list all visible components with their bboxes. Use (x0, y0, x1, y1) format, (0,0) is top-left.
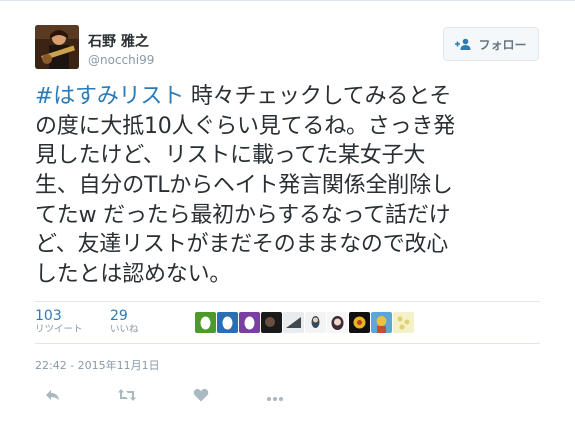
liker-avatar[interactable] (217, 312, 238, 333)
liker-avatar[interactable] (261, 312, 282, 333)
tweet-line: てたw だったら最初からするなって話だけ (35, 202, 451, 228)
like-button[interactable] (183, 385, 219, 407)
more-dots-icon (266, 387, 284, 406)
tweet-timestamp[interactable]: 22:42 - 2015年11月1日 (35, 357, 160, 373)
stats-top-divider (35, 301, 540, 302)
tweet-line: #はすみリスト 時々チェックしてみるとそ (35, 82, 555, 112)
like-count: 29 (110, 308, 128, 324)
stats-bottom-divider (35, 343, 540, 344)
retweet-icon (117, 387, 137, 406)
reply-button[interactable] (35, 385, 71, 407)
follow-user-icon (455, 35, 472, 54)
tweet-line: したとは認めない。 (35, 262, 232, 288)
tweet-card: 石野 雅之 @nocchi99 フォロー #はすみリスト 時々チェックしてみると… (0, 0, 575, 432)
like-stat[interactable]: 29 いいね (110, 308, 139, 336)
tweet-line: 見したけど、リストに載ってた某女子大 (35, 143, 426, 169)
like-label: いいね (110, 324, 139, 335)
hashtag-link[interactable]: #はすみリスト (35, 84, 184, 109)
retweet-count: 103 (35, 308, 62, 324)
follow-button-label: フォロー (478, 37, 527, 52)
top-divider (0, 0, 575, 1)
tweet-line: ど、友達リストがまだそのままなので改心 (35, 232, 449, 258)
liker-avatar[interactable] (305, 312, 326, 333)
more-button[interactable] (257, 385, 293, 407)
liker-avatar[interactable] (393, 312, 414, 333)
tweet-line-text: 時々チェックしてみるとそ (184, 84, 452, 109)
avatar[interactable] (35, 25, 79, 69)
tweet-actions (35, 385, 331, 407)
reply-icon (45, 387, 61, 406)
tweet-line: 生、自分のTLからヘイト発言関係全削除し (35, 173, 453, 199)
display-name[interactable]: 石野 雅之 (88, 34, 149, 50)
heart-icon (193, 387, 209, 406)
liker-avatar[interactable] (371, 312, 392, 333)
liker-avatar[interactable] (349, 312, 370, 333)
liker-avatar[interactable] (283, 312, 304, 333)
liker-avatar[interactable] (327, 312, 348, 333)
tweet-line: の度に大抵10人ぐらい見てるね。さっき発 (35, 113, 455, 139)
liker-avatar[interactable] (239, 312, 260, 333)
liker-avatar[interactable] (195, 312, 216, 333)
tweet-text: #はすみリスト 時々チェックしてみるとそ の度に大抵10人ぐらい見てるね。さっき… (35, 82, 555, 290)
retweet-label: リツイート (35, 324, 83, 335)
user-handle[interactable]: @nocchi99 (88, 53, 154, 67)
retweet-stat[interactable]: 103 リツイート (35, 308, 83, 336)
liker-avatars (195, 312, 414, 333)
retweet-button[interactable] (109, 385, 145, 407)
follow-button[interactable]: フォロー (443, 27, 539, 61)
